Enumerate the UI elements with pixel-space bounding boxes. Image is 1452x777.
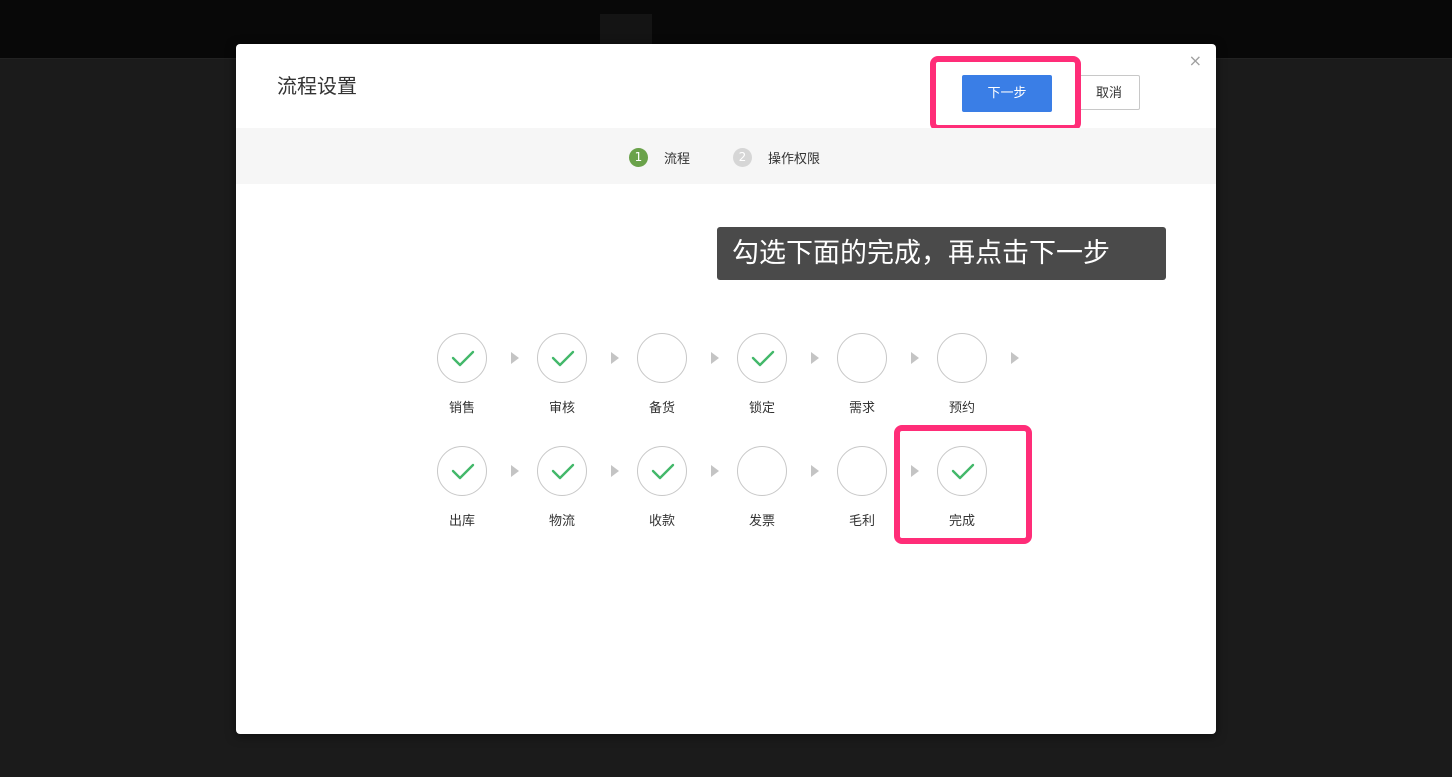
flow-node-checkbox[interactable] — [437, 446, 487, 496]
arrow-right-icon — [911, 352, 919, 364]
step-label: 流程 — [664, 152, 691, 167]
flow-node-label: 完成 — [948, 514, 975, 529]
flow-node-checkbox[interactable] — [537, 446, 587, 496]
flow-node-checkbox[interactable] — [937, 446, 987, 496]
arrow-right-icon — [811, 352, 819, 364]
modal-title: 流程设置 — [277, 74, 357, 98]
flow-node-label: 毛利 — [848, 514, 875, 529]
flow-node-checkbox[interactable] — [537, 333, 587, 383]
arrow-right-icon — [511, 352, 519, 364]
flow-node-checkbox[interactable] — [837, 446, 887, 496]
nav-active-placeholder — [600, 14, 652, 44]
flow-node-checkbox[interactable] — [437, 333, 487, 383]
arrow-right-icon — [611, 352, 619, 364]
flow-node-label: 出库 — [448, 514, 475, 529]
flow-node-checkbox[interactable] — [737, 446, 787, 496]
arrow-right-icon — [811, 465, 819, 477]
app-background: 流程设置 × 下一步 取消 1 流程 2 操作权限 勾选下面的完成，再点击下一步 销… — [0, 0, 1452, 777]
flow-node-checkbox[interactable] — [937, 333, 987, 383]
check-icon — [651, 463, 675, 480]
instruction-tooltip: 勾选下面的完成，再点击下一步 — [717, 227, 1166, 280]
check-icon — [451, 350, 475, 367]
steps-bar: 1 流程 2 操作权限 — [236, 128, 1216, 184]
arrow-right-icon — [711, 352, 719, 364]
flow-node-label: 需求 — [848, 401, 875, 416]
flow-node-checkbox[interactable] — [737, 333, 787, 383]
next-step-button[interactable]: 下一步 — [962, 75, 1052, 112]
flow-node-checkbox[interactable] — [637, 333, 687, 383]
step-number: 2 — [733, 148, 752, 167]
flow-node-label: 发票 — [748, 514, 775, 529]
flow-node-label: 物流 — [548, 514, 575, 529]
flow-node-label: 备货 — [648, 401, 675, 416]
check-icon — [551, 463, 575, 480]
flow-node-label: 预约 — [948, 401, 975, 416]
check-icon — [751, 350, 775, 367]
flow-node-label: 销售 — [448, 401, 475, 416]
step-permissions[interactable]: 2 操作权限 — [733, 147, 820, 167]
check-icon — [451, 463, 475, 480]
arrow-right-icon — [911, 465, 919, 477]
flow-node-label: 收款 — [648, 514, 675, 529]
arrow-right-icon — [511, 465, 519, 477]
arrow-right-icon — [1011, 352, 1019, 364]
check-icon — [951, 463, 975, 480]
process-settings-modal: 流程设置 × 下一步 取消 1 流程 2 操作权限 勾选下面的完成，再点击下一步 销… — [236, 44, 1216, 734]
flow-node-checkbox[interactable] — [637, 446, 687, 496]
arrow-right-icon — [711, 465, 719, 477]
flow-node-checkbox[interactable] — [837, 333, 887, 383]
flow-node-label: 审核 — [548, 401, 575, 416]
cancel-button[interactable]: 取消 — [1078, 75, 1140, 110]
flow-node-label: 锁定 — [748, 401, 775, 416]
check-icon — [551, 350, 575, 367]
close-icon[interactable]: × — [1189, 52, 1202, 70]
step-process[interactable]: 1 流程 — [629, 147, 690, 167]
step-number: 1 — [629, 148, 648, 167]
step-label: 操作权限 — [768, 152, 821, 167]
arrow-right-icon — [611, 465, 619, 477]
